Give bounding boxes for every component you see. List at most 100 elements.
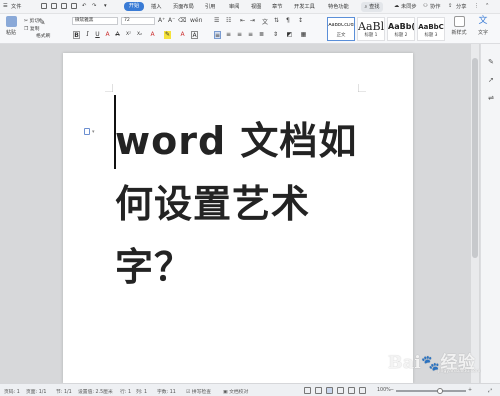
collab-button[interactable]: 协作: [430, 3, 440, 10]
zoom-in-icon[interactable]: +: [468, 388, 472, 393]
font-color-icon[interactable]: A: [149, 31, 156, 39]
chevron-down-icon[interactable]: ▾: [92, 129, 95, 135]
tab-insert[interactable]: 插入: [151, 3, 161, 10]
fit-page-icon[interactable]: ⤢: [488, 388, 492, 394]
grow-font-icon[interactable]: A⁺: [158, 17, 165, 24]
style-heading-2[interactable]: AaBb( 标题 2: [387, 17, 415, 41]
row-number[interactable]: 行: 1: [120, 388, 131, 395]
preview-icon[interactable]: [61, 3, 67, 9]
clear-format-icon[interactable]: ⌫: [178, 17, 186, 24]
tab-page-layout[interactable]: 页面布局: [173, 3, 194, 10]
write-view-icon[interactable]: [359, 387, 366, 394]
page-view-icon[interactable]: [326, 387, 333, 394]
dropdown-icon[interactable]: ▾: [104, 3, 107, 9]
column-number[interactable]: 列: 1: [136, 388, 147, 395]
strikethrough-button[interactable]: A: [114, 31, 121, 39]
highlight-icon[interactable]: ✎: [164, 31, 171, 39]
web-view-icon[interactable]: [337, 387, 344, 394]
bullet-list-icon[interactable]: ☰: [214, 17, 219, 24]
style-normal[interactable]: AaBbCcDd 正文: [327, 17, 355, 41]
chinese-layout-icon[interactable]: 文: [262, 17, 268, 26]
font-name-select[interactable]: 微软雅黑: [72, 17, 118, 25]
format-painter-icon[interactable]: ✎: [38, 18, 46, 28]
paragraph-spacing-icon[interactable]: ⇕: [272, 31, 279, 39]
sync-status[interactable]: 未同步: [401, 3, 417, 10]
align-right-icon[interactable]: ≡: [236, 31, 243, 39]
hamburger-icon[interactable]: ☰: [3, 3, 8, 9]
scroll-thumb[interactable]: [472, 58, 478, 258]
share-icon[interactable]: ⇪: [448, 3, 452, 9]
margin-setting[interactable]: 设置值: 2.5厘米: [78, 388, 113, 395]
zoom-level[interactable]: 100%: [377, 388, 391, 393]
share-button[interactable]: 分享: [456, 3, 466, 10]
bold-button[interactable]: B: [73, 31, 80, 39]
tab-special[interactable]: 特色功能: [328, 3, 349, 10]
spell-check-button[interactable]: ☑ 拼写检查: [186, 388, 211, 395]
proofread-button[interactable]: ▣ 文档校对: [223, 388, 248, 395]
paste-button[interactable]: 粘贴: [2, 16, 20, 36]
cloud-icon[interactable]: ☁: [394, 3, 399, 9]
undo-icon[interactable]: ↶: [82, 3, 86, 9]
italic-button[interactable]: I: [84, 31, 91, 39]
shading-icon[interactable]: ◩: [286, 31, 293, 39]
more-icon[interactable]: ⋮: [474, 3, 479, 9]
char-border-icon[interactable]: A: [191, 31, 198, 39]
align-center-icon[interactable]: ≡: [225, 31, 232, 39]
tab-start[interactable]: 开始: [124, 2, 144, 11]
style-heading-3[interactable]: AaBbC 标题 3: [417, 17, 445, 41]
zoom-slider-knob[interactable]: [437, 387, 443, 394]
eye-icon[interactable]: [304, 387, 311, 394]
superscript-button[interactable]: X²: [125, 31, 132, 39]
style-heading-1[interactable]: AaBl 标题 1: [357, 17, 385, 41]
document-page[interactable]: ▾ word 文档如何设置艺术字？: [63, 53, 413, 383]
collapse-icon[interactable]: ⌃: [485, 3, 489, 9]
text-tool-button[interactable]: 文 文字: [474, 16, 492, 36]
subscript-button[interactable]: X₂: [136, 31, 143, 39]
page-count[interactable]: 页面: 1/1: [26, 388, 46, 395]
page-number[interactable]: 页码: 1: [4, 388, 20, 395]
char-shading-icon[interactable]: A: [179, 31, 186, 39]
print-icon[interactable]: [51, 3, 57, 9]
line-spacing-icon[interactable]: ↕: [298, 17, 303, 24]
border-icon[interactable]: ▦: [300, 31, 307, 39]
tab-review[interactable]: 审阅: [229, 3, 239, 10]
outline-view-icon[interactable]: [315, 387, 322, 394]
new-style-button[interactable]: 新样式: [450, 16, 468, 36]
section-count[interactable]: 节: 1/1: [56, 388, 72, 395]
adjust-icon[interactable]: ⇌: [487, 94, 495, 102]
select-pointer-icon[interactable]: ➚: [487, 76, 495, 84]
word-count[interactable]: 字数: 11: [157, 388, 176, 395]
file-menu[interactable]: 文件: [11, 3, 21, 10]
format-painter-label[interactable]: 格式刷: [36, 32, 50, 39]
sort-icon[interactable]: ⇅: [274, 17, 279, 24]
indent-icon[interactable]: ⇥: [250, 17, 255, 24]
show-marks-icon[interactable]: ¶: [286, 17, 290, 24]
outdent-icon[interactable]: ⇤: [240, 17, 245, 24]
collab-icon[interactable]: ⚇: [423, 3, 428, 9]
tab-references[interactable]: 引用: [205, 3, 215, 10]
shrink-font-icon[interactable]: A⁻: [168, 17, 175, 24]
redo-icon[interactable]: ↷: [92, 3, 96, 9]
justify-icon[interactable]: ≡: [247, 31, 254, 39]
search-button[interactable]: ⌕ 查找: [361, 2, 383, 12]
vertical-scrollbar[interactable]: [471, 44, 479, 383]
distribute-icon[interactable]: ≣: [258, 31, 265, 39]
text-effect-icon[interactable]: A: [104, 31, 111, 39]
document-body-text[interactable]: word 文档如何设置艺术字？: [115, 110, 385, 299]
edit-icon[interactable]: ✎: [487, 58, 495, 66]
tab-view[interactable]: 视图: [251, 3, 261, 10]
tab-developer[interactable]: 开发工具: [294, 3, 315, 10]
font-size-select[interactable]: 72: [121, 17, 155, 25]
align-left-icon[interactable]: ≡: [214, 31, 221, 39]
paragraph-marker-icon[interactable]: [84, 128, 90, 135]
cut-button[interactable]: ✂ 剪切: [24, 17, 39, 24]
pinyin-icon[interactable]: wén: [190, 17, 202, 24]
zoom-slider[interactable]: [396, 390, 466, 392]
reading-view-icon[interactable]: [348, 387, 355, 394]
save-icon[interactable]: [41, 3, 47, 9]
underline-button[interactable]: U: [94, 31, 101, 39]
tab-chapter[interactable]: 章节: [272, 3, 282, 10]
export-icon[interactable]: [71, 3, 77, 9]
numbered-list-icon[interactable]: ☷: [226, 17, 231, 24]
zoom-out-icon[interactable]: −: [390, 388, 394, 393]
